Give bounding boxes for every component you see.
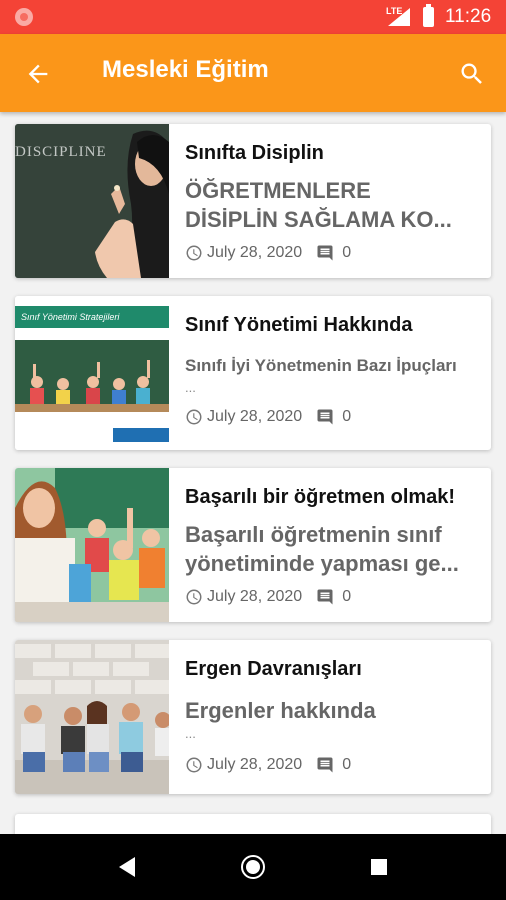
post-title[interactable]: Ergen Davranışları — [185, 658, 362, 681]
comment-count: 0 — [342, 756, 352, 773]
clock-icon — [186, 245, 202, 261]
comment-icon — [317, 757, 333, 773]
post-card[interactable] — [15, 814, 491, 834]
post-thumbnail: Sınıf Yönetimi Stratejileri — [15, 296, 169, 450]
signal-icon — [388, 8, 410, 26]
post-title[interactable]: Sınıf Yönetimi Hakkında — [185, 314, 412, 337]
excerpt-more: ... — [185, 380, 196, 395]
post-date: July 28, 2020 — [207, 756, 303, 773]
notification-icon — [15, 8, 33, 26]
excerpt-line: yönetiminde yapması ge... — [185, 551, 459, 576]
post-meta: July 28, 2020 0 — [185, 588, 351, 606]
post-thumbnail — [15, 468, 169, 622]
comment-icon — [317, 245, 333, 261]
post-excerpt: Sınıfı İyi Yönetmenin Bazı İpuçları — [185, 354, 481, 378]
nav-back-icon[interactable] — [117, 856, 137, 878]
app-bar: Mesleki Eğitim — [0, 34, 506, 112]
post-card[interactable]: DISCIPLINE Sınıfta Disiplin ÖĞRETMENLERE… — [15, 124, 491, 278]
battery-icon — [423, 4, 434, 27]
comment-icon — [317, 589, 333, 605]
post-date: July 28, 2020 — [207, 244, 303, 261]
comment-icon — [317, 409, 333, 425]
post-thumbnail — [15, 640, 169, 794]
excerpt-line: DİSİPLİN SAĞLAMA KO... — [185, 207, 452, 232]
excerpt-line: Başarılı öğretmenin sınıf — [185, 522, 442, 547]
comment-count: 0 — [342, 588, 352, 605]
excerpt-line: Sınıfı İyi Yönetmenin Bazı İpuçları — [185, 356, 457, 375]
excerpt-line: ÖĞRETMENLERE — [185, 178, 371, 203]
post-date: July 28, 2020 — [207, 588, 303, 605]
excerpt-more: ... — [185, 726, 196, 741]
post-date: July 28, 2020 — [207, 408, 303, 425]
status-bar: LTE 11:26 — [0, 0, 506, 34]
excerpt-line: Ergenler hakkında — [185, 698, 376, 723]
post-card[interactable]: Başarılı bir öğretmen olmak! Başarılı öğ… — [15, 468, 491, 622]
status-time: 11:26 — [445, 6, 492, 27]
clock-icon — [186, 589, 202, 605]
post-card[interactable]: Ergen Davranışları Ergenler hakkında ...… — [15, 640, 491, 794]
thumbnail-text: DISCIPLINE — [15, 144, 107, 160]
post-excerpt: Ergenler hakkında — [185, 696, 481, 725]
post-meta: July 28, 2020 0 — [185, 244, 351, 262]
search-icon[interactable] — [458, 60, 486, 88]
nav-home-icon[interactable] — [240, 854, 266, 880]
post-list[interactable]: DISCIPLINE Sınıfta Disiplin ÖĞRETMENLERE… — [0, 112, 506, 834]
system-nav-bar — [0, 834, 506, 900]
back-arrow-icon[interactable] — [24, 60, 52, 88]
post-meta: July 28, 2020 0 — [185, 756, 351, 774]
comment-count: 0 — [342, 244, 352, 261]
comment-count: 0 — [342, 408, 352, 425]
post-card[interactable]: Sınıf Yönetimi Stratejileri Sınıf Yöneti… — [15, 296, 491, 450]
post-excerpt: ÖĞRETMENLERE DİSİPLİN SAĞLAMA KO... — [185, 176, 481, 234]
post-meta: July 28, 2020 0 — [185, 408, 351, 426]
clock-icon — [186, 409, 202, 425]
post-thumbnail: DISCIPLINE — [15, 124, 169, 278]
post-excerpt: Başarılı öğretmenin sınıf yönetiminde ya… — [185, 520, 481, 578]
post-title[interactable]: Başarılı bir öğretmen olmak! — [185, 486, 455, 509]
clock-icon — [186, 757, 202, 773]
page-title: Mesleki Eğitim — [102, 56, 269, 83]
post-title[interactable]: Sınıfta Disiplin — [185, 142, 324, 165]
nav-recents-icon[interactable] — [370, 858, 388, 876]
thumbnail-text: Sınıf Yönetimi Stratejileri — [21, 312, 120, 322]
